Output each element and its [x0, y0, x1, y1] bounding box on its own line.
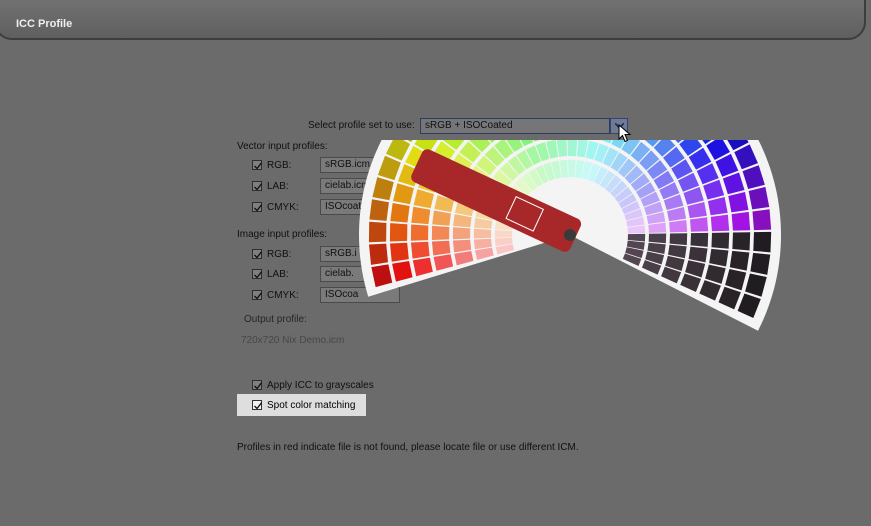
swatch-chip [369, 243, 389, 265]
vector-input-heading: Vector input profiles: [237, 141, 328, 152]
profile-set-label: Select profile set to use: [308, 120, 415, 131]
swatch-chip [368, 221, 387, 243]
checkmark-icon [254, 402, 263, 410]
image-lab-checkbox[interactable] [252, 269, 263, 279]
apply-grayscale-checkbox[interactable] [252, 380, 263, 390]
checkmark-icon [254, 382, 263, 390]
swatch-chip [369, 199, 389, 221]
checkmark-icon [254, 292, 263, 300]
swatch-chip [690, 217, 709, 232]
checkmark-icon [254, 204, 263, 212]
swatch-chip [731, 211, 751, 231]
swatch-chip [568, 159, 576, 178]
image-cmyk-checkbox[interactable] [252, 290, 263, 300]
vector-lab-checkbox[interactable] [252, 181, 263, 191]
swatch-chip [431, 225, 450, 240]
swatch-chip [690, 232, 709, 247]
swatch-chip [452, 227, 471, 240]
title-bar [0, 0, 866, 40]
vector-rgb-checkbox[interactable] [252, 160, 263, 170]
vector-cmyk-checkbox[interactable] [252, 202, 263, 212]
swatch-chip [410, 224, 429, 241]
swatch-chip [494, 230, 513, 238]
output-profile-heading: Output profile: [244, 314, 307, 325]
swatch-pivot [564, 229, 576, 241]
swatch-chip [473, 228, 492, 239]
swatch-chip [753, 231, 772, 253]
checkmark-icon [254, 183, 263, 191]
swatch-chip [710, 214, 730, 232]
swatch-chip [750, 252, 771, 275]
image-cmyk-label: CMYK: [267, 290, 299, 301]
profile-set-select[interactable]: sRGB + ISOCoated [420, 118, 610, 134]
mouse-cursor-icon [618, 124, 632, 143]
swatch-chip [567, 140, 578, 157]
swatch-chip [732, 232, 751, 251]
checkmark-icon [254, 271, 263, 279]
image-lab-label: LAB: [267, 269, 289, 280]
swatch-chip [411, 206, 431, 225]
swatch-chip [389, 242, 409, 262]
swatch-chip [648, 233, 667, 244]
checkmark-icon [254, 251, 263, 259]
spot-color-checkbox[interactable] [252, 400, 263, 410]
color-swatch-fan-image [359, 140, 781, 331]
vector-rgb-label: RGB: [267, 160, 292, 171]
swatch-chip [711, 232, 730, 249]
image-rgb-label: RGB: [267, 249, 292, 260]
swatch-chip [431, 240, 451, 256]
swatch-chip [389, 223, 408, 242]
swatch-chip [669, 233, 688, 246]
swatch-chip [410, 241, 430, 259]
image-rgb-checkbox[interactable] [252, 249, 263, 259]
window-title: ICC Profile [16, 18, 73, 30]
footer-note: Profiles in red indicate file is not fou… [237, 442, 579, 453]
image-input-heading: Image input profiles: [237, 229, 328, 240]
swatch-chip [752, 209, 772, 231]
swatch-chip [729, 250, 750, 271]
swatch-chip [390, 202, 410, 223]
vector-lab-label: LAB: [267, 181, 289, 192]
checkmark-icon [254, 162, 263, 170]
vector-cmyk-label: CMYK: [267, 202, 299, 213]
